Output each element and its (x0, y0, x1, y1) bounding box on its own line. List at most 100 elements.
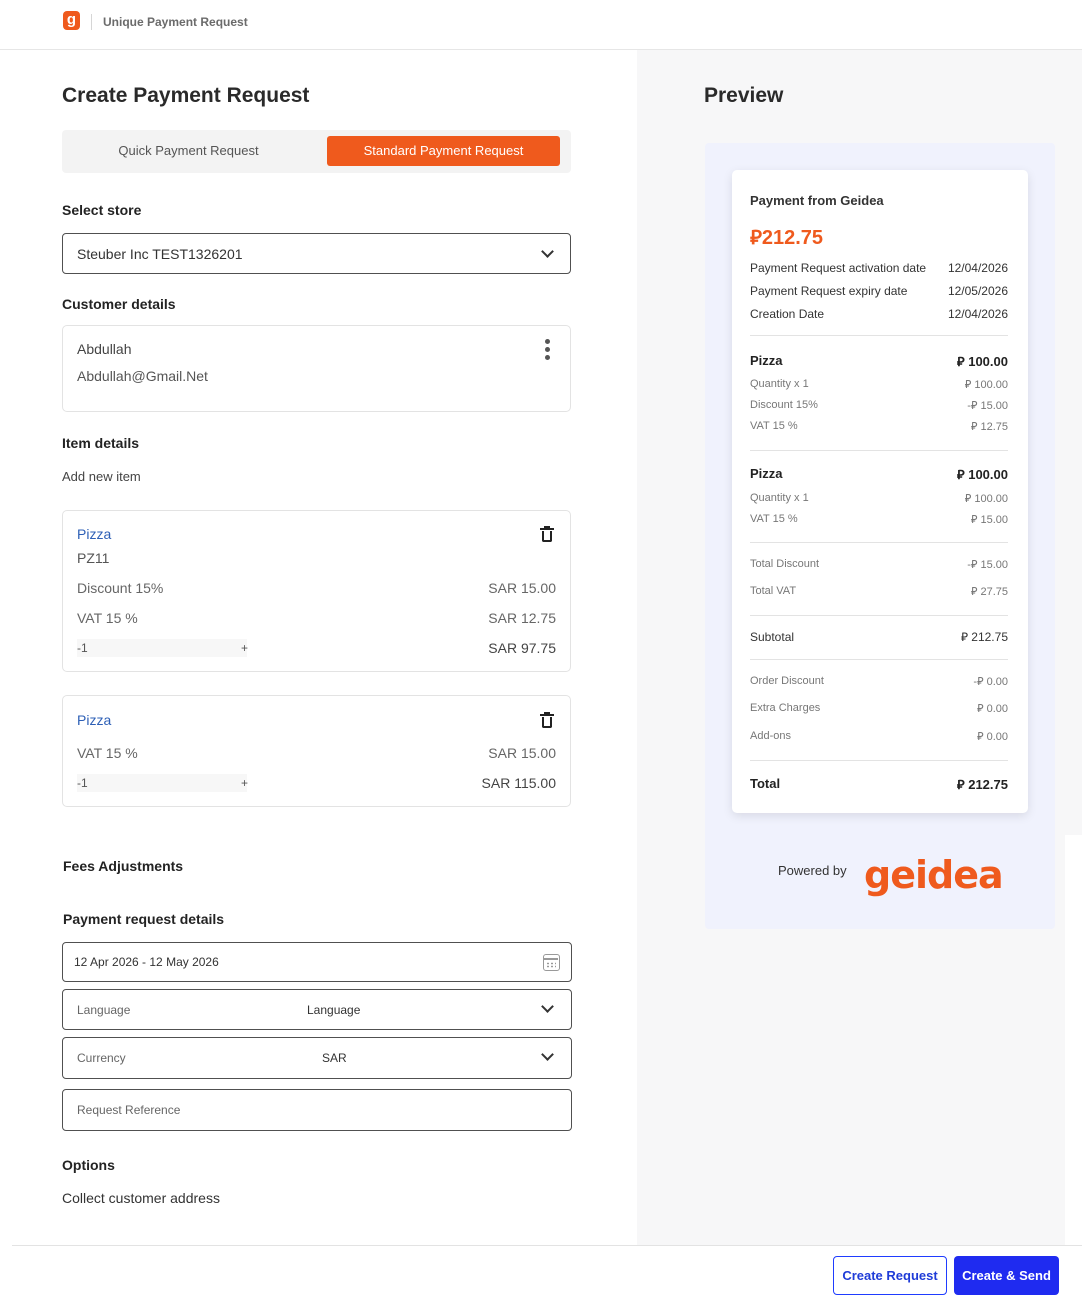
powered-by-label: Powered by (778, 863, 847, 878)
receipt-row-label: Discount 15% (750, 399, 818, 411)
quantity-decrement-button[interactable]: -1 (77, 641, 88, 655)
item-vat-value: SAR 12.75 (488, 610, 556, 626)
top-bar: g Unique Payment Request (0, 0, 1082, 50)
customer-details-label: Customer details (62, 296, 176, 312)
divider (750, 542, 1008, 543)
expiry-date-value: 12/05/2026 (947, 284, 1008, 298)
add-new-item-link[interactable]: Add new item (62, 469, 141, 484)
fees-adjustments-label: Fees Adjustments (63, 858, 184, 874)
item-vat-value: SAR 15.00 (488, 745, 556, 761)
receipt-row-value: ⃁ 100.00 (964, 493, 1008, 505)
item-vat-label: VAT 15 % (77, 745, 138, 761)
request-reference-placeholder: Request Reference (77, 1103, 181, 1117)
calendar-icon[interactable] (543, 954, 560, 971)
trash-icon[interactable] (540, 712, 554, 728)
item-total: SAR 97.75 (488, 640, 556, 656)
currency-value: SAR (322, 1051, 347, 1065)
receipt-row-value: -⃁ 15.00 (967, 400, 1008, 412)
quantity-decrement-button[interactable]: -1 (77, 776, 88, 790)
item-discount-label: Discount 15% (77, 580, 164, 596)
item-card: Pizza PZ11 Discount 15% SAR 15.00 VAT 15… (62, 510, 571, 672)
chevron-down-icon (541, 1000, 554, 1013)
receipt-row-label: VAT 15 % (750, 513, 798, 525)
total-vat-value: ⃁ 27.75 (970, 586, 1008, 598)
subtotal-label: Subtotal (750, 630, 795, 644)
preview-title: Preview (704, 84, 784, 107)
receipt-row-value: ⃁ 15.00 (970, 514, 1008, 526)
geidea-brand-logo: geidea (864, 853, 1004, 897)
tab-standard-payment-request[interactable]: Standard Payment Request (327, 136, 560, 166)
activation-date-label: Payment Request activation date (750, 261, 927, 275)
select-store-label: Select store (62, 202, 142, 218)
receipt-row-value: ⃁ 12.75 (970, 421, 1008, 433)
item-name: Pizza (77, 712, 112, 728)
create-request-button[interactable]: Create Request (833, 1256, 947, 1295)
divider (750, 615, 1008, 616)
page-title: Create Payment Request (62, 84, 310, 107)
receipt-row-label: VAT 15 % (750, 420, 798, 432)
app-title: Unique Payment Request (103, 15, 248, 29)
extra-charges-value: ⃁ 0.00 (977, 703, 1008, 715)
preview-panel-edge (1065, 835, 1082, 1245)
receipt-row-label: Quantity x 1 (750, 378, 809, 390)
divider (750, 760, 1008, 761)
options-label: Options (62, 1157, 115, 1173)
subtotal-value: ⃁ 212.75 (960, 630, 1008, 644)
order-discount-label: Order Discount (750, 675, 824, 687)
currency-label: Currency (77, 1051, 126, 1065)
tab-quick-payment-request[interactable]: Quick Payment Request (62, 136, 315, 166)
customer-card: Abdullah Abdullah@Gmail.Net (62, 325, 571, 412)
receipt-item-price: ⃁ 100.00 (956, 467, 1008, 482)
store-select-value: Steuber Inc TEST1326201 (77, 246, 243, 262)
expiry-date-label: Payment Request expiry date (750, 284, 908, 298)
geidea-logo-icon[interactable]: g (63, 11, 80, 30)
quantity-increment-button[interactable]: + (241, 641, 248, 655)
quantity-stepper[interactable]: -1 + (77, 774, 248, 792)
receipt-item-price: ⃁ 100.00 (956, 354, 1008, 369)
total-vat-label: Total VAT (750, 585, 797, 597)
addons-value: ⃁ 0.00 (977, 731, 1008, 743)
chevron-down-icon (541, 245, 554, 258)
request-type-toggle: Quick Payment Request Standard Payment R… (62, 130, 571, 173)
total-label: Total (750, 776, 781, 791)
receipt-row-value: ⃁ 100.00 (964, 379, 1008, 391)
language-select[interactable]: Language Language (62, 989, 572, 1030)
receipt-item-name: Pizza (750, 353, 783, 368)
trash-icon[interactable] (540, 526, 554, 542)
total-value: ⃁ 212.75 (956, 777, 1008, 792)
footer-divider (12, 1245, 1082, 1246)
date-range-value: 12 Apr 2026 - 12 May 2026 (74, 955, 219, 969)
currency-select[interactable]: Currency SAR (62, 1037, 572, 1079)
date-range-field[interactable]: 12 Apr 2026 - 12 May 2026 (62, 942, 572, 982)
header-divider (91, 14, 92, 30)
receipt-card: Payment from Geidea ⃁212.75 Payment Requ… (732, 170, 1028, 813)
creation-date-label: Creation Date (750, 307, 825, 321)
creation-date-value: 12/04/2026 (947, 307, 1008, 321)
more-options-icon[interactable] (542, 339, 552, 363)
customer-email: Abdullah@Gmail.Net (77, 368, 208, 384)
payment-request-details-label: Payment request details (63, 911, 225, 927)
quantity-increment-button[interactable]: + (241, 776, 248, 790)
divider (750, 335, 1008, 336)
activation-date-value: 12/04/2026 (947, 261, 1008, 275)
item-card: Pizza VAT 15 % SAR 15.00 -1 + SAR 115.00 (62, 695, 571, 807)
item-total: SAR 115.00 (481, 775, 556, 791)
receipt-amount: ⃁212.75 (750, 227, 824, 249)
receipt-title: Payment from Geidea (750, 193, 884, 208)
item-sku: PZ11 (77, 550, 110, 566)
addons-label: Add-ons (750, 730, 791, 742)
customer-name: Abdullah (77, 341, 132, 357)
request-reference-input[interactable]: Request Reference (62, 1089, 572, 1131)
item-discount-value: SAR 15.00 (488, 580, 556, 596)
chevron-down-icon (541, 1048, 554, 1061)
item-details-label: Item details (62, 435, 140, 451)
collect-customer-address-option[interactable]: Collect customer address (62, 1190, 220, 1206)
language-label: Language (77, 1003, 131, 1017)
divider (750, 450, 1008, 451)
receipt-row-label: Quantity x 1 (750, 492, 809, 504)
create-and-send-button[interactable]: Create & Send (954, 1256, 1059, 1295)
item-vat-label: VAT 15 % (77, 610, 138, 626)
language-value: Language (307, 1003, 361, 1017)
store-select[interactable]: Steuber Inc TEST1326201 (62, 233, 571, 274)
quantity-stepper[interactable]: -1 + (77, 639, 248, 657)
